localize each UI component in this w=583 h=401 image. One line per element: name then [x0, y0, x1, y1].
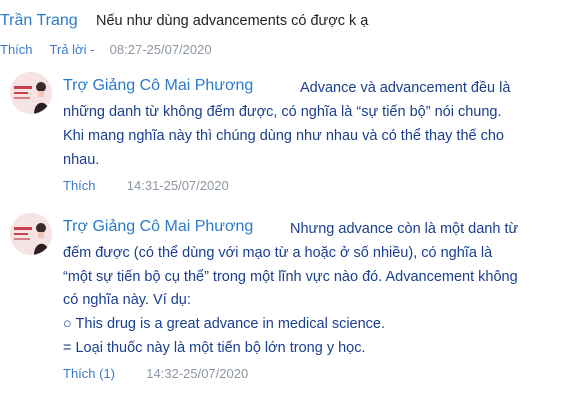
like-button[interactable]: Thích	[0, 42, 33, 57]
comment-text: Nếu như dùng advancements có được k ạ	[96, 13, 369, 29]
avatar[interactable]	[10, 72, 52, 114]
like-button[interactable]: Thích	[63, 178, 96, 193]
reply-text-line: Khi mang nghĩa này thì chúng dùng như nh…	[63, 128, 504, 144]
reply-actions: Thích (1) 14:32-25/07/2020	[63, 366, 248, 381]
comment-author[interactable]: Trần Trang	[0, 12, 78, 30]
reply-text-line: Nhưng advance còn là một danh từ	[290, 221, 519, 237]
reply-text-line: = Loại thuốc này là một tiến bộ lớn tron…	[63, 340, 366, 356]
reply-button[interactable]: Trả lời -	[50, 42, 95, 57]
reply-author[interactable]: Trợ Giảng Cô Mai Phương	[63, 77, 253, 95]
reply-text-line: những danh từ không đếm được, có nghĩa l…	[63, 104, 502, 120]
reply-author[interactable]: Trợ Giảng Cô Mai Phương	[63, 218, 253, 236]
reply-text-line: có nghĩa này. Ví dụ:	[63, 292, 191, 308]
reply-text-line: đếm được (có thể dùng với mạo từ a hoặc …	[63, 245, 493, 261]
avatar[interactable]	[10, 213, 52, 255]
reply-text-line: nhau.	[63, 152, 100, 168]
comment-actions: Thích Trả lời - 08:27-25/07/2020	[0, 42, 212, 57]
reply-text-line: “một sự tiến bộ cụ thể” trong một lĩnh v…	[63, 269, 518, 285]
reply-timestamp: 14:31-25/07/2020	[126, 178, 229, 193]
reply-text-line: Advance và advancement đều là	[300, 80, 511, 96]
reply-actions: Thích 14:31-25/07/2020	[63, 178, 229, 193]
reply-text-line: ○ This drug is a great advance in medica…	[63, 316, 386, 332]
teacher-photo-icon	[10, 72, 52, 114]
comment-timestamp: 08:27-25/07/2020	[109, 42, 212, 57]
reply-timestamp: 14:32-25/07/2020	[146, 366, 249, 381]
teacher-photo-icon	[10, 213, 52, 255]
like-button[interactable]: Thích (1)	[63, 366, 115, 381]
